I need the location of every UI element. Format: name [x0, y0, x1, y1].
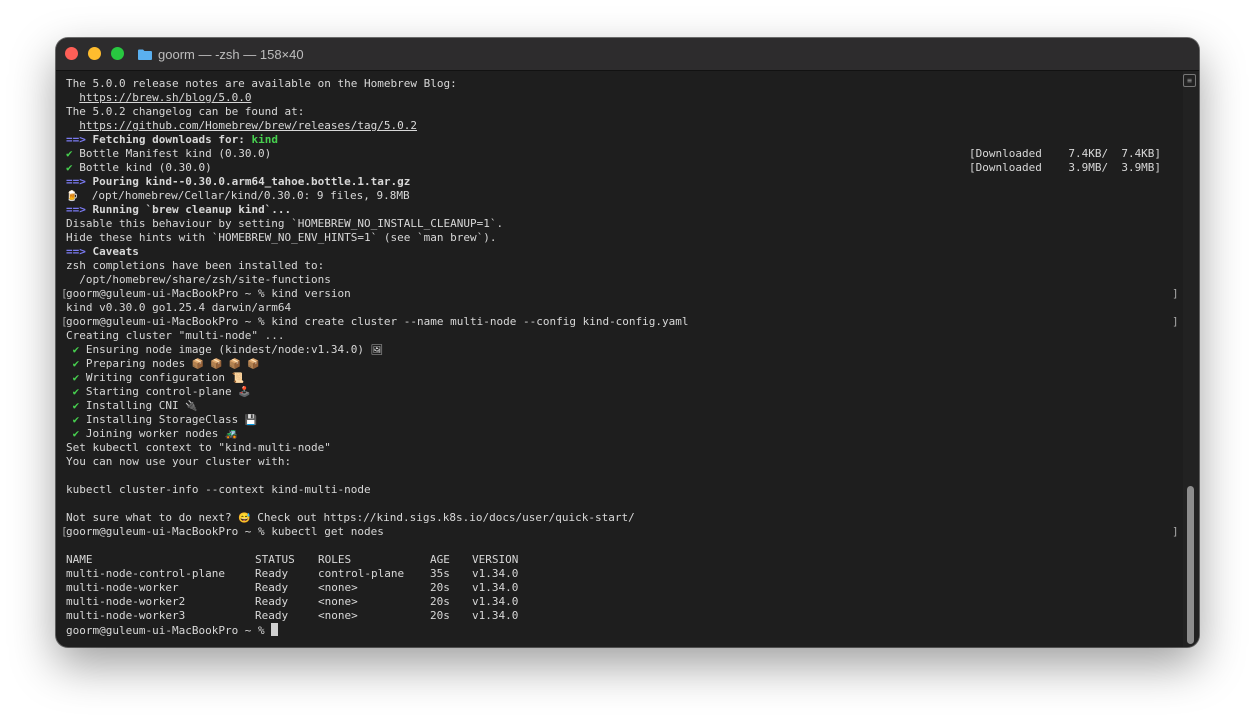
joystick-icon: 🕹️	[238, 387, 251, 398]
prompt-line: [goorm@guleum-ui-MacBookPro ~ % kind ver…	[61, 287, 1179, 300]
check-icon: ✔	[72, 413, 80, 426]
changelog-link[interactable]: https://github.com/Homebrew/brew/release…	[79, 119, 417, 132]
output-line: ==> Fetching downloads for: kind	[66, 133, 278, 146]
plug-icon: 🔌	[185, 401, 198, 412]
zoom-button[interactable]	[111, 47, 124, 60]
output-line: Creating cluster "multi-node" ...	[66, 329, 285, 342]
beer-icon: 🍺	[66, 191, 79, 202]
smile-icon: 😅	[238, 513, 251, 524]
output-line: Hide these hints with `HOMEBREW_NO_ENV_H…	[66, 231, 497, 244]
prompt: goorm@guleum-ui-MacBookPro ~ %	[66, 624, 265, 637]
step-line: ✔ Writing configuration 📜	[72, 371, 245, 384]
output-line: You can now use your cluster with:	[66, 455, 292, 468]
output-line: https://github.com/Homebrew/brew/release…	[66, 119, 1183, 133]
check-icon: ✔	[66, 147, 73, 160]
terminal-window: goorm — -zsh — 158×40 The 5.0.0 release …	[56, 38, 1199, 647]
column-header: ROLES	[318, 553, 352, 566]
output-line: Not sure what to do next? 😅 Check out ht…	[66, 511, 635, 524]
column-header: NAME	[66, 553, 93, 566]
output-line: Disable this behaviour by setting `HOMEB…	[66, 217, 504, 230]
output-line: 🍺 /opt/homebrew/Cellar/kind/0.30.0: 9 fi…	[66, 189, 410, 202]
output-line: Set kubectl context to "kind-multi-node"	[66, 441, 331, 454]
table-row: multi-node-worker2 Ready <none> 20s v1.3…	[66, 595, 519, 608]
package-icon: 📦 📦 📦 📦	[191, 359, 260, 370]
scroll-icon: 📜	[231, 373, 245, 384]
folder-icon	[138, 49, 152, 60]
column-header: VERSION	[472, 553, 519, 566]
check-icon: ✔	[72, 399, 80, 412]
output-line: kubectl cluster-info --context kind-mult…	[66, 483, 371, 496]
window-title: goorm — -zsh — 158×40	[138, 38, 304, 70]
close-button[interactable]	[65, 47, 78, 60]
text-cursor	[271, 623, 279, 636]
scrollbar-thumb[interactable]	[1187, 486, 1194, 644]
output-line: ==> Running `brew cleanup kind`...	[66, 203, 292, 216]
output-line: /opt/homebrew/share/zsh/site-functions	[66, 273, 331, 286]
table-row: multi-node-worker Ready <none> 20s v1.34…	[66, 581, 519, 594]
check-icon: ✔	[72, 427, 80, 440]
table-row: multi-node-worker3 Ready <none> 20s v1.3…	[66, 609, 519, 622]
scroll-marker-icon[interactable]: ≡	[1183, 74, 1196, 87]
download-status: [Downloaded 7.4KB/ 7.4KB]	[969, 147, 1162, 160]
command: kind create cluster --name multi-node --…	[271, 315, 689, 328]
output-line: https://brew.sh/blog/5.0.0	[66, 91, 1183, 105]
step-line: ✔ Installing StorageClass 💾	[72, 413, 258, 426]
output-line: ==> Caveats	[66, 245, 139, 258]
prompt-line[interactable]: goorm@guleum-ui-MacBookPro ~ %	[66, 623, 1183, 637]
column-header: STATUS	[255, 553, 295, 566]
download-status: [Downloaded 3.9MB/ 3.9MB]	[969, 161, 1162, 174]
output-line: The 5.0.2 changelog can be found at:	[66, 105, 305, 118]
floppy-disk-icon: 💾	[244, 415, 258, 426]
output-line: The 5.0.0 release notes are available on…	[66, 77, 457, 90]
step-line: ✔ Preparing nodes 📦 📦 📦 📦	[72, 357, 260, 370]
table-row: multi-node-control-plane Ready control-p…	[66, 567, 519, 580]
title-bar: goorm — -zsh — 158×40	[56, 38, 1199, 71]
output-line: ==> Pouring kind--0.30.0.arm64_tahoe.bot…	[66, 175, 411, 188]
minimize-button[interactable]	[88, 47, 101, 60]
command: kubectl get nodes	[271, 525, 384, 538]
window-title-text: goorm — -zsh — 158×40	[158, 46, 304, 62]
command: kind version	[271, 287, 351, 300]
output-line: zsh completions have been installed to:	[66, 259, 325, 272]
prompt: goorm@guleum-ui-MacBookPro ~ %	[66, 315, 265, 328]
prompt-line: [goorm@guleum-ui-MacBookPro ~ % kind cre…	[61, 315, 1179, 328]
step-line: ✔ Joining worker nodes 🚜	[72, 427, 238, 440]
check-icon: ✔	[72, 343, 80, 356]
tractor-icon: 🚜	[224, 429, 238, 440]
check-icon: ✔	[72, 357, 80, 370]
prompt-line: [goorm@guleum-ui-MacBookPro ~ % kubectl …	[61, 525, 1179, 538]
image-icon: 🖼	[370, 345, 384, 356]
output-line: ✔ Bottle Manifest kind (0.30.0) [Download…	[66, 147, 1162, 160]
step-line: ✔ Starting control-plane 🕹️	[72, 385, 251, 398]
output-line: ✔ Bottle kind (0.30.0) [Downloaded 3.9MB/…	[66, 161, 1162, 174]
prompt: goorm@guleum-ui-MacBookPro ~ %	[66, 525, 265, 538]
prompt: goorm@guleum-ui-MacBookPro ~ %	[66, 287, 265, 300]
release-notes-link[interactable]: https://brew.sh/blog/5.0.0	[79, 91, 251, 104]
check-icon: ✔	[66, 161, 73, 174]
column-header: AGE	[430, 553, 450, 566]
check-icon: ✔	[72, 371, 80, 384]
output-line: kind v0.30.0 go1.25.4 darwin/arm64	[66, 301, 292, 314]
check-icon: ✔	[72, 385, 80, 398]
step-line: ✔ Installing CNI 🔌	[72, 399, 198, 412]
terminal-output[interactable]: The 5.0.0 release notes are available on…	[56, 71, 1183, 647]
table-header: NAME STATUS ROLES AGE VERSION	[66, 553, 1183, 567]
step-line: ✔ Ensuring node image (kindest/node:v1.3…	[72, 343, 384, 356]
